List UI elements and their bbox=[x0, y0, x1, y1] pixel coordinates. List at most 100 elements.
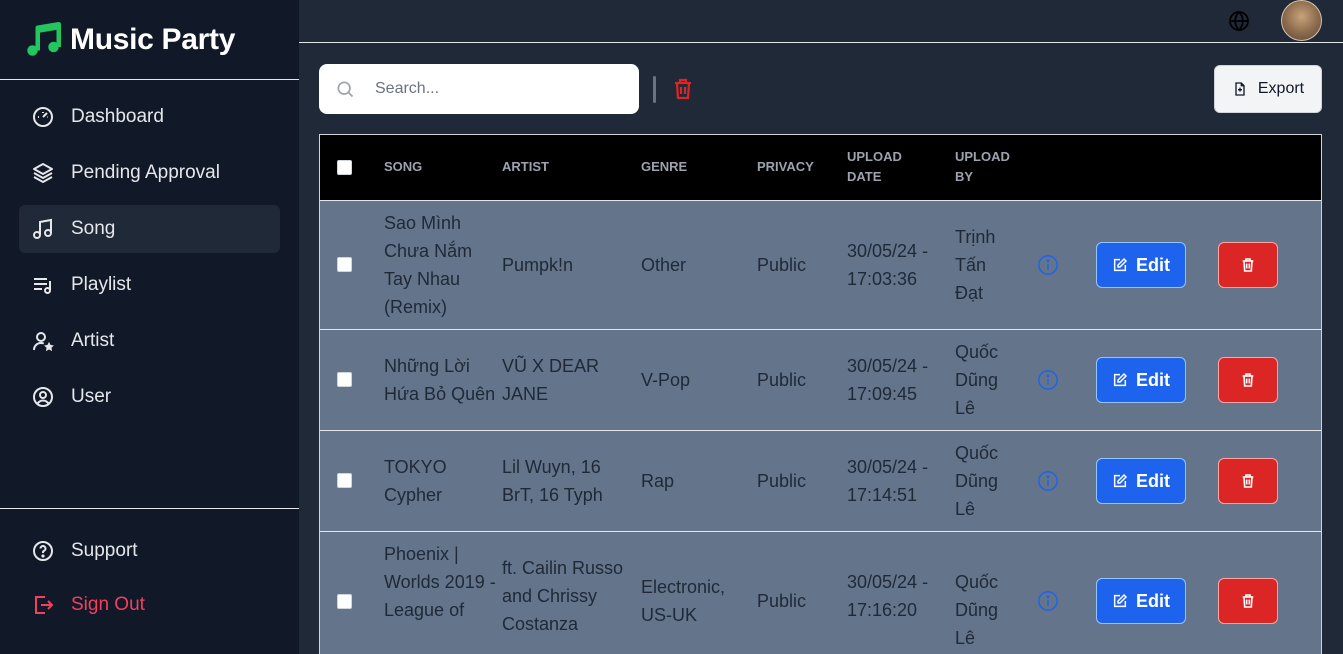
export-button[interactable]: Export bbox=[1214, 65, 1322, 113]
sidebar-item-song[interactable]: Song bbox=[19, 205, 280, 253]
artist-icon bbox=[31, 329, 55, 353]
table-row: Sao Mình Chưa Nắm Tay Nhau (Remix) Pumpk… bbox=[320, 200, 1321, 329]
file-export-icon bbox=[1235, 82, 1245, 96]
column-header-song[interactable]: SONG bbox=[384, 135, 502, 200]
sidebar-item-playlist[interactable]: Playlist bbox=[19, 261, 280, 309]
help-circle-icon bbox=[31, 539, 55, 563]
sidebar-item-label: Song bbox=[71, 218, 116, 239]
edit-button[interactable]: Edit bbox=[1096, 356, 1186, 403]
privacy-cell: Public bbox=[757, 254, 807, 275]
song-cell: Phoenix | Worlds 2019 - League of bbox=[384, 543, 496, 620]
info-icon[interactable] bbox=[1037, 590, 1059, 612]
sign-out-icon bbox=[31, 593, 55, 617]
sidebar-item-sign-out[interactable]: Sign Out bbox=[19, 581, 280, 629]
top-bar bbox=[299, 0, 1343, 43]
privacy-cell: Public bbox=[757, 369, 807, 390]
upload-date-cell: 30/05/24 - 17:03:36 bbox=[847, 240, 929, 289]
column-header-genre[interactable]: GENRE bbox=[641, 135, 757, 200]
sidebar: Music Party Dashboard Pending Approval S… bbox=[0, 0, 299, 654]
user-circle-icon bbox=[31, 385, 55, 409]
column-header-privacy[interactable]: PRIVACY bbox=[757, 135, 847, 200]
column-header-upload-by[interactable]: UPLOAD BY bbox=[955, 135, 1037, 200]
genre-cell: Electronic, US-UK bbox=[641, 577, 726, 626]
brand-name: Music Party bbox=[70, 22, 236, 56]
sidebar-item-label: User bbox=[71, 386, 112, 407]
search-input[interactable] bbox=[375, 80, 605, 98]
export-label: Export bbox=[1257, 80, 1305, 97]
artist-cell: ft. Cailin Russo and Chrissy Costanza bbox=[502, 557, 624, 634]
genre-cell: V-Pop bbox=[641, 369, 691, 390]
sidebar-item-label: Support bbox=[71, 540, 138, 561]
row-checkbox[interactable] bbox=[337, 372, 352, 387]
edit-label: Edit bbox=[1136, 254, 1170, 275]
edit-icon bbox=[1113, 473, 1128, 487]
info-icon[interactable] bbox=[1037, 254, 1059, 276]
privacy-cell: Public bbox=[757, 591, 807, 612]
upload-by-cell: Trịnh Tấn Đạt bbox=[955, 226, 996, 303]
sidebar-item-label: Sign Out bbox=[71, 594, 145, 615]
table-row: TOKYO Cypher Lil Wuyn, 16 BrT, 16 Typh R… bbox=[320, 430, 1321, 531]
sidebar-item-user[interactable]: User bbox=[19, 373, 280, 421]
songs-table: SONG ARTIST GENRE PRIVACY UPLOAD DATE UP… bbox=[319, 134, 1322, 654]
genre-cell: Other bbox=[641, 254, 687, 275]
edit-label: Edit bbox=[1136, 369, 1170, 390]
bulk-delete-icon[interactable] bbox=[671, 77, 695, 101]
row-checkbox[interactable] bbox=[337, 473, 352, 488]
edit-icon bbox=[1113, 257, 1128, 271]
table-header-row: SONG ARTIST GENRE PRIVACY UPLOAD DATE UP… bbox=[320, 135, 1321, 200]
artist-cell: Pumpk!n bbox=[502, 254, 574, 275]
delete-button[interactable] bbox=[1218, 457, 1278, 504]
playlist-icon bbox=[31, 273, 55, 297]
select-all-checkbox[interactable] bbox=[337, 159, 352, 175]
upload-by-cell: Quốc Dũng Lê bbox=[955, 571, 999, 648]
trash-icon bbox=[1242, 473, 1254, 488]
delete-button[interactable] bbox=[1218, 356, 1278, 403]
delete-button[interactable] bbox=[1218, 241, 1278, 288]
info-icon[interactable] bbox=[1037, 470, 1059, 492]
edit-icon bbox=[1113, 372, 1128, 386]
artist-cell: VŨ X DEAR JANE bbox=[502, 355, 600, 404]
brand[interactable]: Music Party bbox=[0, 0, 299, 80]
song-cell: Sao Mình Chưa Nắm Tay Nhau (Remix) bbox=[384, 212, 473, 317]
sidebar-item-artist[interactable]: Artist bbox=[19, 317, 280, 365]
sidebar-item-pending-approval[interactable]: Pending Approval bbox=[19, 149, 280, 197]
edit-button[interactable]: Edit bbox=[1096, 241, 1186, 288]
table-row: Phoenix | Worlds 2019 - League of ft. Ca… bbox=[320, 531, 1321, 654]
column-header-artist[interactable]: ARTIST bbox=[502, 135, 641, 200]
table-row: Những Lời Hứa Bỏ Quên VŨ X DEAR JANE V-P… bbox=[320, 329, 1321, 430]
row-checkbox[interactable] bbox=[337, 593, 352, 609]
sidebar-item-label: Dashboard bbox=[71, 106, 164, 127]
privacy-cell: Public bbox=[757, 470, 807, 491]
music-note-icon bbox=[31, 217, 55, 241]
upload-date-cell: 30/05/24 - 17:14:51 bbox=[847, 456, 929, 505]
toolbar-divider bbox=[653, 76, 656, 103]
edit-button[interactable]: Edit bbox=[1096, 578, 1186, 625]
sidebar-nav: Dashboard Pending Approval Song Playlist… bbox=[0, 80, 299, 421]
column-header-upload-date[interactable]: UPLOAD DATE bbox=[847, 135, 955, 200]
search-box bbox=[319, 64, 639, 114]
delete-button[interactable] bbox=[1218, 578, 1278, 625]
music-logo-icon bbox=[27, 21, 62, 56]
sidebar-bottom: Support Sign Out bbox=[0, 508, 299, 629]
artist-cell: Lil Wuyn, 16 BrT, 16 Typh bbox=[502, 456, 603, 505]
sidebar-item-support[interactable]: Support bbox=[19, 527, 280, 575]
upload-date-cell: 30/05/24 - 17:16:20 bbox=[847, 571, 929, 620]
trash-icon bbox=[1242, 257, 1254, 272]
song-cell: TOKYO Cypher bbox=[384, 456, 447, 505]
edit-label: Edit bbox=[1136, 591, 1170, 612]
globe-icon[interactable] bbox=[1227, 9, 1251, 33]
sidebar-item-label: Pending Approval bbox=[71, 162, 220, 183]
info-icon[interactable] bbox=[1037, 369, 1059, 391]
trash-icon bbox=[1242, 372, 1254, 387]
search-icon bbox=[337, 81, 354, 98]
song-cell: Những Lời Hứa Bỏ Quên bbox=[384, 355, 496, 404]
edit-button[interactable]: Edit bbox=[1096, 457, 1186, 504]
edit-label: Edit bbox=[1136, 470, 1170, 491]
sidebar-item-dashboard[interactable]: Dashboard bbox=[19, 93, 280, 141]
layers-icon bbox=[31, 161, 55, 185]
upload-date-cell: 30/05/24 - 17:09:45 bbox=[847, 355, 929, 404]
row-checkbox[interactable] bbox=[337, 257, 352, 272]
avatar[interactable] bbox=[1281, 0, 1322, 41]
trash-icon bbox=[1242, 594, 1254, 609]
dashboard-icon bbox=[31, 105, 55, 129]
